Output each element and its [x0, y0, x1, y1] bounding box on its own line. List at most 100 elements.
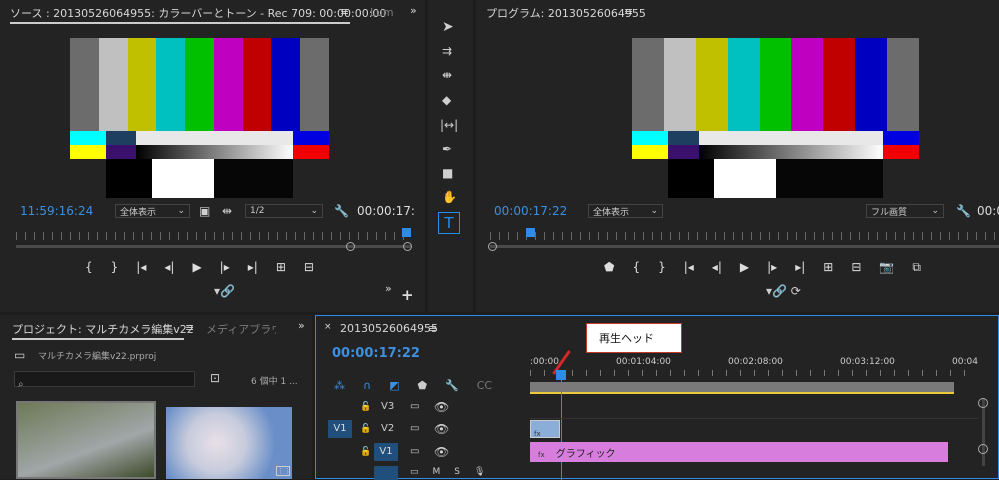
program-step-forward-icon[interactable]: |▸ — [767, 260, 777, 275]
source-fit-select[interactable]: 全体表示 ⌄ — [115, 204, 190, 218]
solo-icon[interactable]: S — [454, 467, 460, 477]
sync-icon[interactable]: ▭ — [410, 400, 419, 414]
timeline-playhead[interactable] — [556, 370, 566, 380]
add-marker-icon[interactable]: ⬟ — [604, 260, 614, 275]
lock-icon[interactable]: 🔓 — [360, 400, 371, 414]
insert-icon[interactable]: ⊞ — [276, 260, 286, 274]
eye-icon[interactable]: 👁 — [434, 422, 449, 436]
wrench-icon[interactable]: 🔧 — [334, 204, 349, 218]
selection-tool-icon[interactable]: ➤ — [442, 20, 454, 34]
timeline-timecode[interactable]: 00:00:17:22 — [332, 346, 420, 361]
compare-icon[interactable]: ⧉ — [912, 260, 921, 275]
snap-icon[interactable]: ∩ — [363, 379, 371, 392]
program-scroll-handle[interactable] — [488, 242, 497, 251]
work-area-bar[interactable] — [530, 382, 954, 394]
program-ruler[interactable] — [490, 232, 999, 240]
graphic-clip[interactable]: fx グラフィック — [530, 442, 948, 462]
captions-icon[interactable]: CC — [477, 379, 492, 392]
program-go-in-icon[interactable]: |◂ — [684, 260, 694, 275]
vertical-scroll[interactable] — [982, 398, 985, 466]
sync-icon[interactable]: ▭ — [410, 445, 419, 459]
program-wrench-icon[interactable]: 🔧 — [956, 204, 971, 218]
mark-out-icon[interactable]: } — [111, 260, 119, 274]
razor-icon[interactable]: ◆ — [442, 93, 451, 107]
project-menu-icon[interactable]: ≡ — [185, 321, 194, 334]
lock-icon[interactable]: 🔓 — [360, 422, 371, 436]
extract-icon[interactable]: ⊟ — [851, 260, 861, 275]
project-search-input[interactable]: ⌕ — [14, 371, 195, 390]
program-fit-select[interactable]: 全体表示 ⌄ — [588, 204, 663, 218]
program-play-icon[interactable]: ▶ — [740, 260, 749, 275]
track-select-icon[interactable]: ⇉ — [442, 44, 452, 58]
program-tab[interactable]: プログラム: 20130526064955 — [486, 5, 646, 21]
add-button-icon[interactable]: + — [401, 286, 414, 304]
scroll-handle-right[interactable] — [403, 242, 412, 251]
step-forward-icon[interactable]: |▸ — [220, 260, 230, 274]
source-res-select[interactable]: 1/2 ⌄ — [245, 204, 323, 218]
more-controls-icon[interactable]: » — [385, 282, 392, 295]
step-back-icon[interactable]: ◂| — [164, 260, 174, 274]
thumbnail-blossom[interactable] — [166, 407, 292, 479]
play-icon[interactable]: ▶ — [192, 260, 201, 274]
timeline-close-icon[interactable]: × — [324, 322, 332, 332]
v2-clip[interactable]: fx — [530, 420, 560, 438]
expand-icon[interactable]: » — [410, 4, 417, 17]
program-menu-icon[interactable]: ≡ — [624, 5, 633, 18]
drag-video-icon[interactable]: ▾🔗 — [214, 284, 235, 298]
program-playhead[interactable] — [526, 228, 535, 237]
lift-icon[interactable]: ⊞ — [823, 260, 833, 275]
settings-icon[interactable]: ▣ — [199, 204, 210, 218]
eye-icon[interactable]: 👁 — [434, 445, 449, 459]
rectangle-icon[interactable]: ■ — [442, 166, 453, 180]
go-to-in-icon[interactable]: |◂ — [136, 260, 146, 274]
program-step-back-icon[interactable]: ◂| — [712, 260, 722, 275]
nest-icon[interactable]: ⁂ — [334, 379, 345, 392]
program-timecode[interactable]: 00:00:17:22 — [494, 204, 567, 218]
mute-icon[interactable]: M — [433, 467, 441, 477]
program-scrollbar[interactable] — [490, 245, 999, 248]
source-patch[interactable]: V1 — [328, 420, 352, 438]
project-tab[interactable]: プロジェクト: マルチカメラ編集v22 — [12, 321, 194, 337]
slip-icon[interactable]: |↔| — [440, 118, 458, 132]
source-tab[interactable]: ソース : 20130526064955: カラーバーとトーン - Rec 70… — [10, 5, 386, 21]
linked-icon[interactable]: ◩ — [389, 379, 399, 392]
track-v1-label[interactable]: V1 — [374, 443, 398, 461]
eye-icon[interactable]: 👁 — [434, 400, 449, 414]
source-ruler[interactable] — [16, 232, 411, 240]
source-video — [70, 38, 330, 198]
hand-icon[interactable]: ✋ — [442, 190, 457, 204]
program-mark-out-icon[interactable]: } — [658, 260, 666, 275]
program-mark-in-icon[interactable]: { — [632, 260, 640, 275]
callout-box: 再生ヘッド — [586, 323, 682, 353]
export-frame-icon[interactable]: 📷 — [879, 260, 894, 275]
media-browser-tab[interactable]: メディアブラウザ — [206, 321, 276, 337]
go-to-out-icon[interactable]: ▸| — [248, 260, 258, 274]
audio-sync-icon[interactable]: ▭ — [410, 467, 419, 477]
sync-icon[interactable]: ▭ — [410, 422, 419, 436]
scroll-knob-bottom[interactable] — [978, 444, 988, 454]
program-go-out-icon[interactable]: ▸| — [795, 260, 805, 275]
overwrite-icon[interactable]: ⊟ — [304, 260, 314, 274]
timeline-tab[interactable]: 20130526064955 — [340, 322, 438, 335]
thumbnail-railway[interactable] — [16, 401, 156, 479]
scroll-handle[interactable] — [346, 242, 355, 251]
timeline-ruler[interactable]: :00:00 00:01:04:00 00:02:08:00 00:03:12:… — [530, 354, 978, 380]
program-quality-select[interactable]: フル画質 ⌄ — [866, 204, 944, 218]
mark-in-icon[interactable]: { — [85, 260, 93, 274]
type-tool-icon[interactable]: T — [438, 212, 460, 234]
source-menu-icon[interactable]: ≡ — [340, 5, 349, 18]
source-playhead[interactable] — [402, 228, 411, 237]
pen-icon[interactable]: ✒ — [442, 142, 452, 156]
source-timecode[interactable]: 11:59:16:24 — [20, 204, 93, 218]
mic-icon[interactable]: 🎙 — [474, 467, 485, 477]
timeline-menu-icon[interactable]: ≡ — [428, 322, 437, 335]
timeline-wrench-icon[interactable]: 🔧 — [445, 379, 459, 392]
ripple-edit-icon[interactable]: ⇼ — [442, 68, 452, 82]
lumetri-tab[interactable]: Lum — [370, 6, 394, 19]
project-more-icon[interactable]: » — [298, 319, 305, 332]
find-icon[interactable]: ⊡ — [210, 371, 220, 385]
scroll-knob-top[interactable] — [978, 398, 988, 408]
lock-icon[interactable]: 🔓 — [360, 445, 371, 459]
marker-icon[interactable]: ⬟ — [417, 379, 427, 392]
program-drag-icon[interactable]: ▾🔗 ⟳ — [766, 284, 801, 298]
